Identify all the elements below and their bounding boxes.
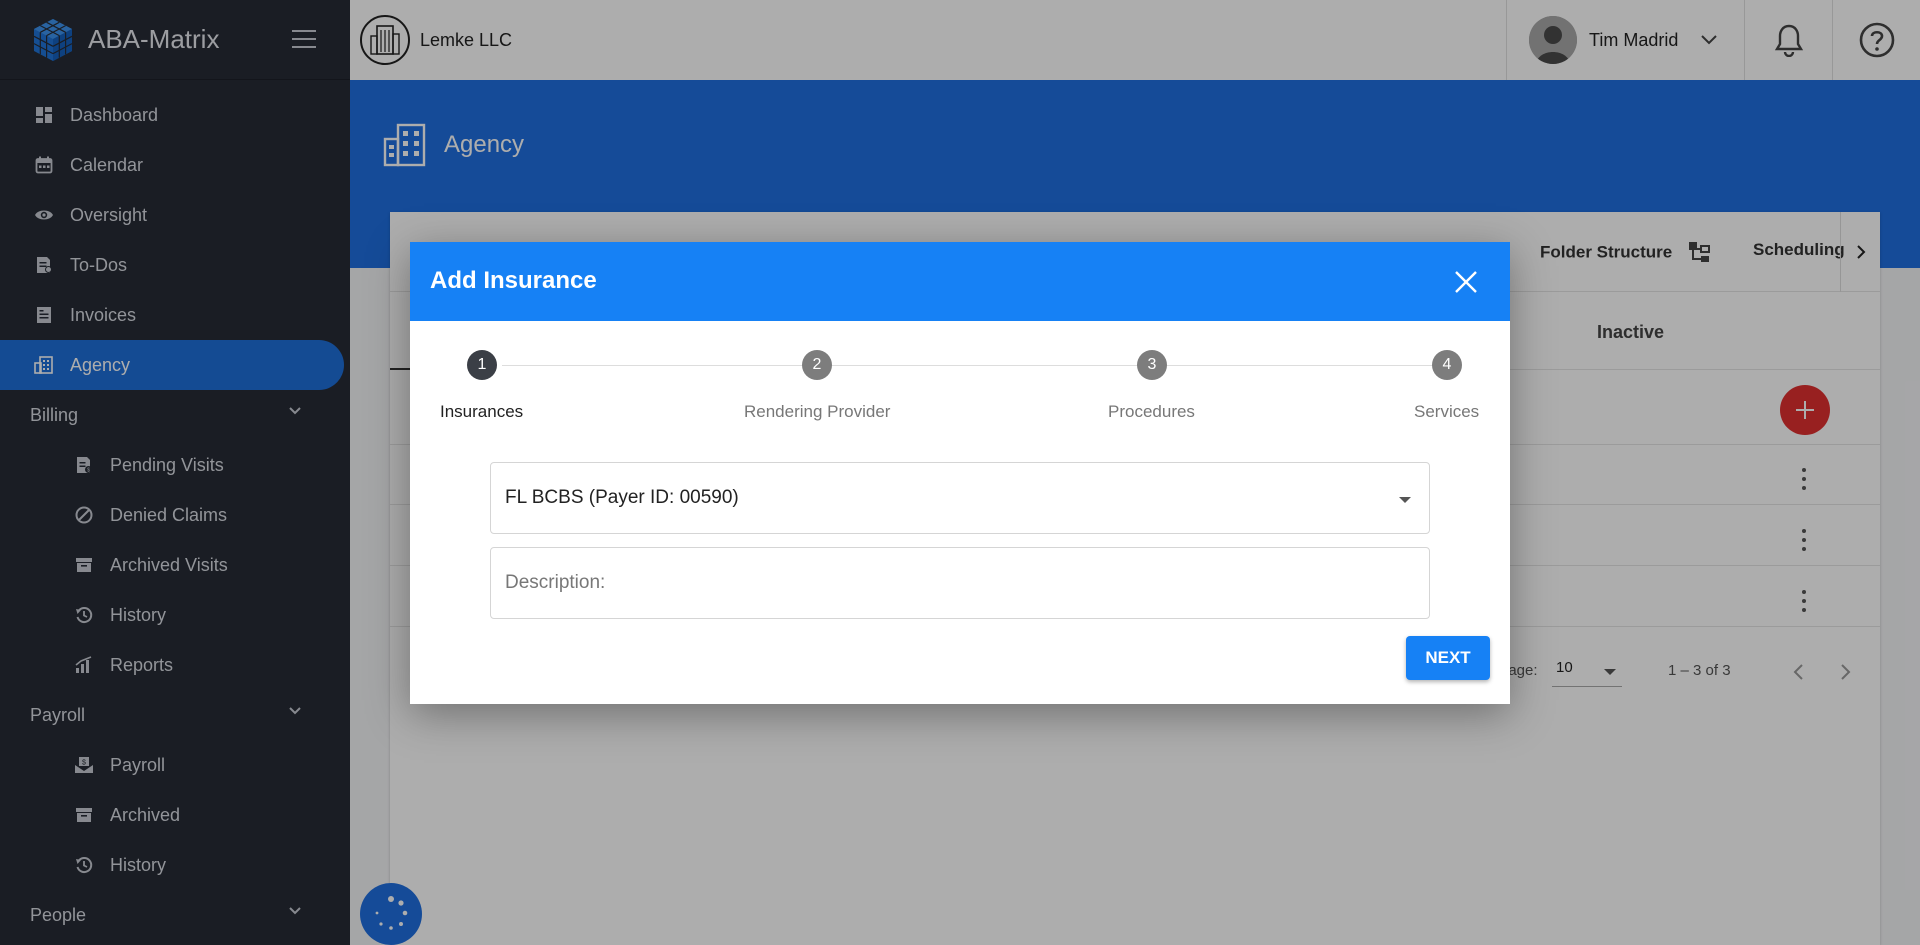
step-3-label: Procedures (1108, 402, 1195, 421)
step-2-label: Rendering Provider (744, 402, 891, 421)
stepper-connector (502, 365, 1212, 366)
step-3-indicator[interactable]: 3 (1137, 350, 1167, 380)
dialog-title: Add Insurance (430, 267, 597, 294)
description-input[interactable] (505, 572, 1415, 594)
insurance-select-value: FL BCBS (Payer ID: 00590) (505, 487, 739, 508)
step-2-indicator[interactable]: 2 (802, 350, 832, 380)
description-field[interactable] (490, 547, 1430, 619)
dialog-header: Add Insurance (410, 242, 1510, 321)
add-insurance-dialog: Add Insurance 1 2 3 4 Insurances Renderi… (410, 242, 1510, 704)
step-1-indicator[interactable]: 1 (467, 350, 497, 380)
step-1-label: Insurances (440, 402, 524, 421)
stepper-connector (1182, 365, 1454, 366)
insurance-select[interactable]: FL BCBS (Payer ID: 00590) (490, 462, 1430, 534)
caret-down-icon (1399, 497, 1411, 503)
step-4-indicator[interactable]: 4 (1432, 350, 1462, 380)
close-icon[interactable] (1452, 268, 1480, 296)
step-4-label: Services (1414, 402, 1480, 421)
next-button[interactable]: NEXT (1406, 636, 1490, 680)
